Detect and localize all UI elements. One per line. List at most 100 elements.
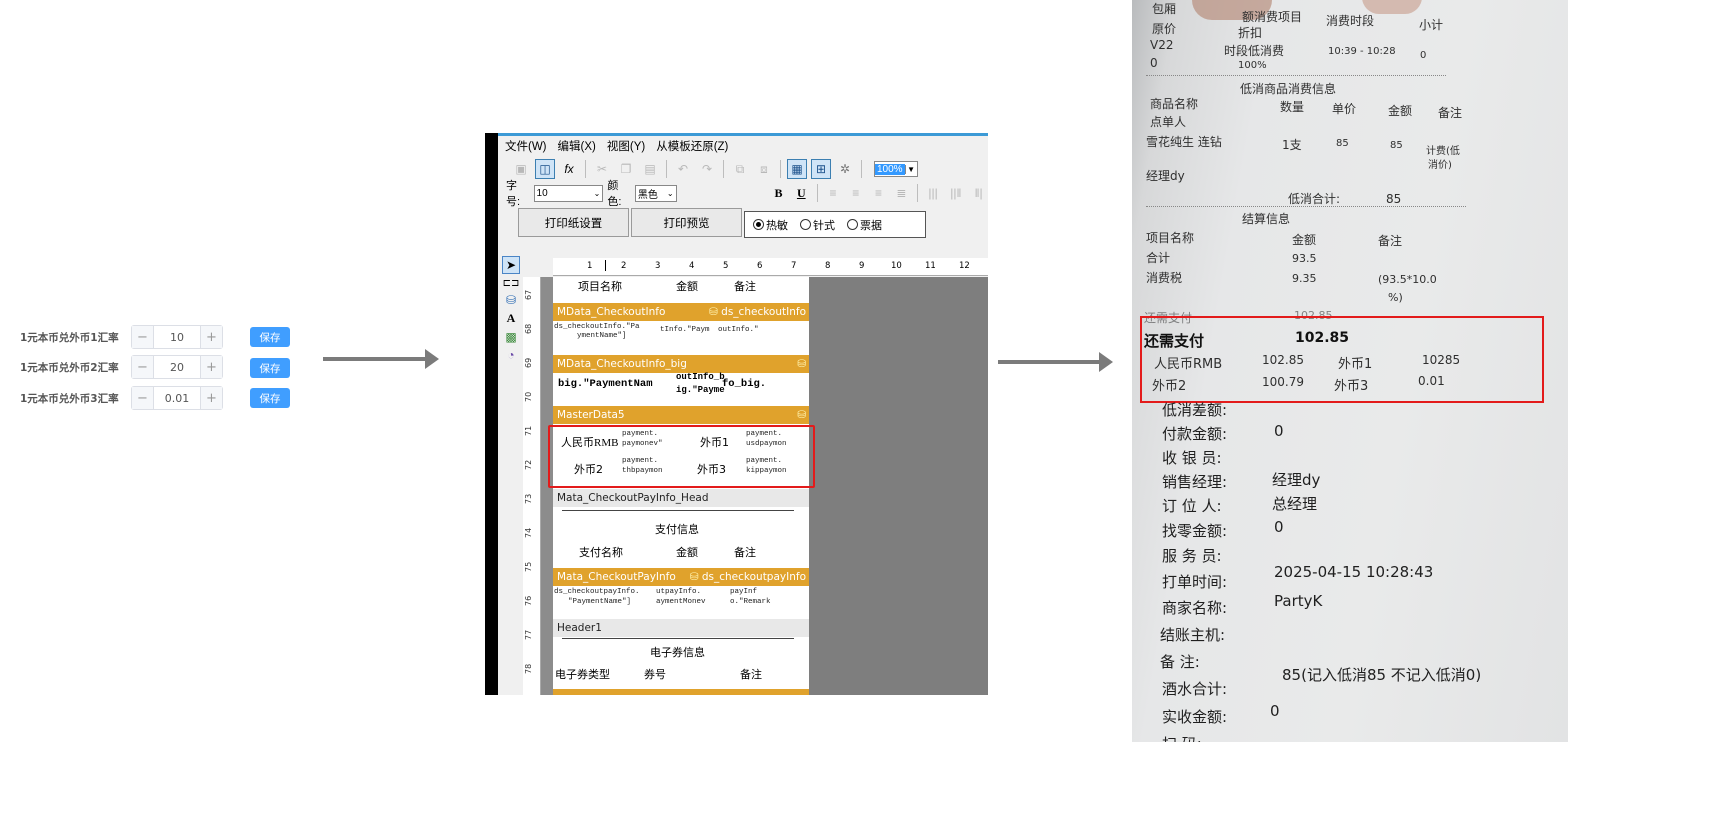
barcode-icon[interactable]: ||‖ (946, 183, 965, 203)
band-checkout-info[interactable]: MData_CheckoutInfo ⛁ ds_checkoutInfo (553, 303, 809, 321)
ruler-row-number: 73 (524, 493, 533, 504)
report-field[interactable]: fo_big. (722, 378, 766, 390)
rate-input[interactable] (154, 356, 200, 378)
decrement-button[interactable]: − (132, 356, 154, 378)
save-button[interactable]: 保存 (250, 358, 290, 378)
align-center-icon[interactable]: ≡ (846, 183, 865, 203)
receipt-field-label: 销售经理: (1162, 473, 1228, 491)
snap-grid-icon[interactable]: ⊞ (811, 159, 831, 179)
radio-checked-icon[interactable] (753, 219, 764, 230)
group-icon[interactable]: ⧉ (730, 159, 750, 179)
save-icon[interactable]: ▣ (511, 159, 531, 179)
underline-button[interactable]: U (792, 183, 811, 203)
receipt-field-label: 酒水合计: (1162, 680, 1228, 698)
grid-icon[interactable]: ▦ (787, 159, 807, 179)
band-name: MData_CheckoutInfo (557, 306, 666, 318)
report-field[interactable]: payInf (730, 588, 757, 597)
report-field[interactable]: outInfo_b (676, 372, 725, 382)
barcode-icon[interactable]: ||| (924, 183, 943, 203)
report-field[interactable]: ds_checkoutInfo."Pa (554, 323, 640, 332)
rate-input[interactable] (154, 387, 200, 409)
formula-icon[interactable]: fx (559, 159, 579, 179)
receipt-text: 原价 (1152, 22, 1177, 36)
undo-icon[interactable]: ↶ (673, 159, 693, 179)
band-name: Mata_CheckoutPayInfo_Head (557, 492, 709, 504)
rate-stepper[interactable]: − + (131, 386, 223, 410)
align-justify-icon[interactable]: ≣ (892, 183, 911, 203)
report-field[interactable]: "PaymentName"] (568, 598, 631, 607)
chevron-down-icon: ▼ (904, 164, 917, 174)
column-header[interactable]: 金额 (676, 544, 698, 560)
band-pay-info-head[interactable]: Mata_CheckoutPayInfo_Head (553, 489, 809, 507)
band-checkout-info-big[interactable]: MData_CheckoutInfo_big ⛁ (553, 355, 809, 373)
print-preview-button[interactable]: 打印预览 (631, 208, 742, 237)
rate-input[interactable] (154, 326, 200, 348)
receipt-field-value: 总经理 (1272, 495, 1318, 513)
report-field[interactable]: utpayInfo. (656, 588, 701, 597)
receipt-text: (93.5*10.0 (1378, 273, 1437, 286)
column-header[interactable]: 备注 (740, 666, 762, 682)
window-edge (485, 133, 498, 695)
section-title[interactable]: 电子券信息 (650, 644, 705, 660)
cut-icon[interactable]: ✂ (592, 159, 612, 179)
ungroup-icon[interactable]: ⧈ (754, 159, 774, 179)
copy-icon[interactable]: ❐ (616, 159, 636, 179)
settings-icon[interactable]: ✲ (835, 159, 855, 179)
rate-stepper[interactable]: − + (131, 325, 223, 349)
section-title[interactable]: 支付信息 (655, 521, 699, 537)
radio-icon[interactable] (800, 219, 811, 230)
rate-stepper[interactable]: − + (131, 355, 223, 379)
report-field[interactable]: outInfo." (718, 326, 759, 335)
font-size-select[interactable]: 10 ⌄ (533, 184, 604, 202)
align-right-icon[interactable]: ≡ (869, 183, 888, 203)
increment-button[interactable]: + (200, 387, 222, 409)
report-field[interactable]: ig."Payme (676, 385, 725, 395)
band-header1[interactable]: Header1 (553, 619, 809, 637)
menu-file[interactable]: 文件(W) (505, 138, 547, 154)
receipt-text: 85 (1390, 140, 1403, 151)
decrement-button[interactable]: − (132, 326, 154, 348)
report-field[interactable]: ymentName"] (577, 332, 627, 341)
image-tool-icon[interactable]: ▩ (505, 330, 516, 344)
report-field[interactable]: big."PaymentNam (558, 378, 653, 390)
report-field[interactable]: ds_checkoutpayInfo. (554, 588, 640, 597)
print-mode-thermal[interactable]: 热敏 (753, 217, 788, 233)
menu-edit[interactable]: 编辑(X) (558, 138, 596, 154)
page-view-icon[interactable]: ◫ (535, 159, 555, 179)
save-button[interactable]: 保存 (250, 388, 290, 408)
report-field[interactable]: aymentMonev (656, 598, 706, 607)
receipt-field-label: 服 务 员: (1162, 547, 1222, 565)
increment-button[interactable]: + (200, 326, 222, 348)
print-mode-ticket[interactable]: 票据 (847, 217, 882, 233)
receipt-text: 合计 (1146, 251, 1171, 265)
menu-view[interactable]: 视图(Y) (607, 138, 645, 154)
column-header[interactable]: 备注 (734, 544, 756, 560)
zoom-select[interactable]: 100% ▼ (874, 161, 918, 177)
color-select[interactable]: 黑色 ⌄ (634, 184, 677, 202)
column-header[interactable]: 支付名称 (579, 544, 623, 560)
report-field[interactable]: o."Remark (730, 598, 771, 607)
radio-icon[interactable] (847, 219, 858, 230)
report-field[interactable]: tInfo."Paym (660, 326, 710, 335)
band-checkout-pay-info[interactable]: Mata_CheckoutPayInfo ⛁ ds_checkoutpayInf… (553, 568, 809, 586)
align-left-icon[interactable]: ≡ (824, 183, 843, 203)
print-mode-dot-matrix[interactable]: 针式 (800, 217, 835, 233)
decrement-button[interactable]: − (132, 387, 154, 409)
ruler-tick: 7 (791, 261, 797, 271)
column-header[interactable]: 电子券类型 (555, 666, 610, 682)
menu-restore-template[interactable]: 从模板还原(Z) (656, 138, 728, 154)
barcode-icon[interactable]: ‖| (969, 183, 988, 203)
band-master-data-5[interactable]: MasterData5 ⛁ (553, 406, 809, 424)
bold-button[interactable]: B (769, 183, 788, 203)
print-paper-setup-button[interactable]: 打印纸设置 (518, 208, 629, 237)
redo-icon[interactable]: ↷ (697, 159, 717, 179)
text-tool-icon[interactable]: A (507, 311, 516, 326)
increment-button[interactable]: + (200, 356, 222, 378)
column-header[interactable]: 券号 (644, 666, 666, 682)
chart-tool-icon[interactable]: ◔ (507, 348, 514, 362)
band-icon[interactable]: ⊏⊐ (503, 278, 520, 289)
database-icon[interactable]: ⛁ (506, 293, 516, 307)
pointer-icon[interactable]: ➤ (502, 256, 520, 274)
save-button[interactable]: 保存 (250, 327, 290, 347)
paste-icon[interactable]: ▤ (640, 159, 660, 179)
